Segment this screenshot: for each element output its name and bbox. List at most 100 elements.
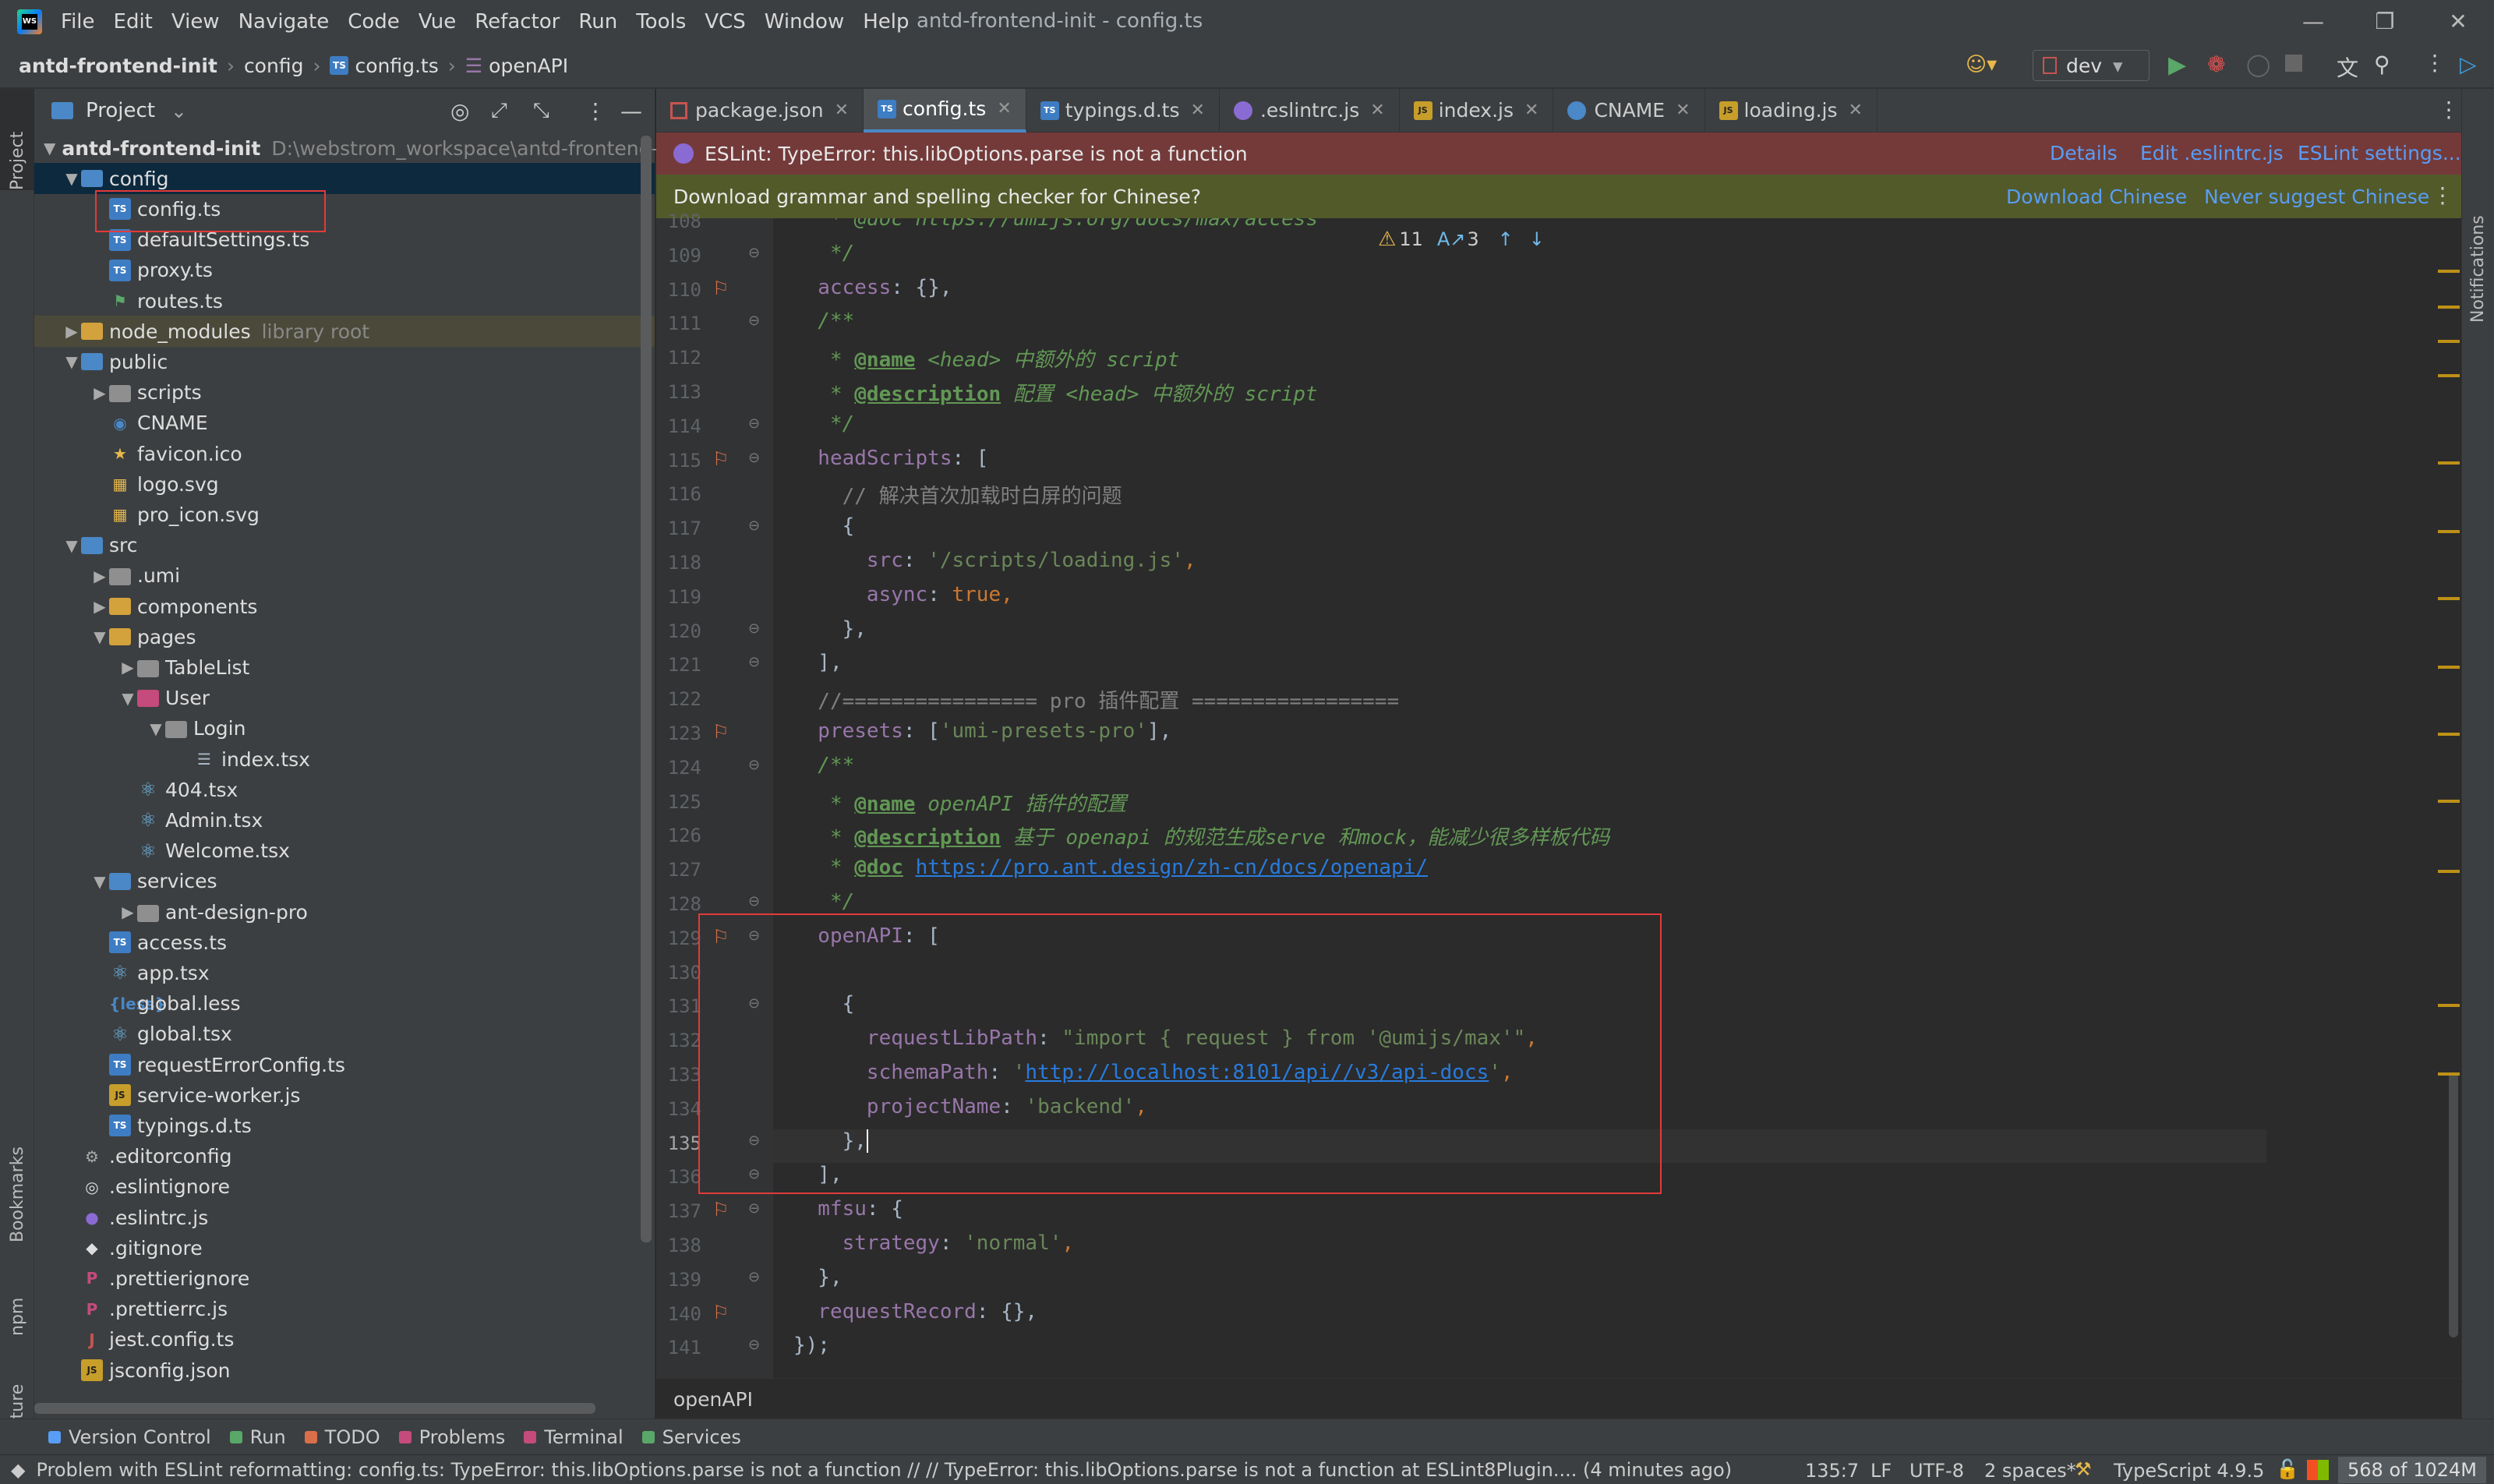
tree-item[interactable]: {less} global.less	[34, 988, 655, 1019]
tree-item[interactable]: JS service-worker.js	[34, 1079, 655, 1111]
navigate-icon[interactable]: ⚐	[712, 1302, 729, 1323]
toolwindow-services[interactable]: Services	[641, 1426, 741, 1448]
tree-item[interactable]: ▶ node_modules library root	[34, 316, 655, 348]
fold-icon[interactable]: ⊖	[748, 1337, 760, 1353]
debug-icon[interactable]: ❁	[2207, 51, 2225, 77]
tab-typings-d-ts[interactable]: TS typings.d.ts ✕	[1026, 88, 1220, 132]
inspection-widget[interactable]: ⚠ 11 A↗ 3 ↑ ↓	[1378, 228, 1612, 251]
translate-icon[interactable]: 文	[2337, 51, 2358, 83]
tab--eslintrc-js[interactable]: .eslintrc.js ✕	[1220, 88, 1400, 132]
tree-item[interactable]: ▦ logo.svg	[34, 468, 655, 500]
indent-setting[interactable]: 2 spaces*	[1984, 1460, 2076, 1482]
tab-package-json[interactable]: package.json ✕	[656, 88, 864, 132]
menu-view[interactable]: View	[171, 10, 220, 34]
npm-tool-label[interactable]: npm	[8, 1298, 27, 1336]
navigate-icon[interactable]: ⚐	[712, 721, 729, 743]
options-icon[interactable]: ⋮	[585, 98, 606, 124]
tree-item[interactable]: ▼ Login	[34, 713, 655, 744]
project-panel-title[interactable]: Project	[86, 99, 155, 122]
more-icon[interactable]: ⋮	[2424, 50, 2446, 76]
fold-icon[interactable]: ⊖	[748, 245, 760, 261]
vertical-scrollbar[interactable]	[641, 136, 652, 1242]
expand-all-icon[interactable]: ⤢	[491, 99, 507, 123]
fold-icon[interactable]: ⊖	[748, 1269, 760, 1285]
user-icon[interactable]: ☺▾	[1966, 53, 1997, 76]
never-suggest-chinese-link[interactable]: Never suggest Chinese	[2204, 186, 2429, 208]
menu-refactor[interactable]: Refactor	[475, 10, 560, 34]
warning-marker[interactable]	[2438, 1072, 2460, 1076]
horizontal-scrollbar[interactable]	[34, 1403, 595, 1414]
tree-item[interactable]: ▼ src	[34, 530, 655, 561]
warning-marker[interactable]	[2438, 340, 2460, 343]
tab-config-ts[interactable]: TS config.ts ✕	[864, 88, 1026, 132]
tabs-menu-icon[interactable]: ⋮	[2438, 97, 2460, 122]
menu-navigate[interactable]: Navigate	[238, 10, 330, 34]
tree-item[interactable]: ⚛ Admin.tsx	[34, 804, 655, 836]
code-editor[interactable]: * @doc https://umijs.org/docs/max/access…	[773, 218, 2266, 1378]
tree-item[interactable]: ★ favicon.ico	[34, 438, 655, 469]
tree-item[interactable]: ⚛ global.tsx	[34, 1019, 655, 1050]
navigate-icon[interactable]: ⚐	[712, 448, 729, 470]
close-icon[interactable]: ✕	[2435, 5, 2482, 39]
hide-panel-icon[interactable]: —	[620, 98, 642, 124]
chevron-down-icon[interactable]: ⌄	[171, 100, 187, 122]
download-chinese-link[interactable]: Download Chinese	[2006, 186, 2187, 208]
chevron-down-icon[interactable]: ▼	[62, 536, 81, 555]
tree-item[interactable]: ⚑ routes.ts	[34, 285, 655, 316]
chevron-down-icon[interactable]: ▼	[62, 169, 81, 188]
run-icon[interactable]: ▶	[2168, 51, 2186, 79]
chevron-down-icon[interactable]: ▼	[147, 719, 165, 738]
tree-item[interactable]: ● .eslintrc.js	[34, 1202, 655, 1233]
tree-item[interactable]: ◎ .eslintignore	[34, 1171, 655, 1203]
fold-icon[interactable]: ⊖	[748, 757, 760, 773]
run-config-selector[interactable]: dev ▾	[2033, 50, 2150, 81]
minimize-icon[interactable]: —	[2290, 5, 2337, 39]
close-tab-icon[interactable]: ✕	[997, 99, 1011, 118]
tree-item[interactable]: ▶ scripts	[34, 377, 655, 408]
breadcrumb-project[interactable]: antd-frontend-init	[19, 55, 217, 77]
close-tab-icon[interactable]: ✕	[1676, 101, 1690, 120]
warning-marker[interactable]	[2438, 870, 2460, 873]
profile-icon[interactable]: ◯	[2246, 51, 2270, 77]
language-service[interactable]: TypeScript 4.9.5	[2114, 1460, 2264, 1482]
close-tab-icon[interactable]: ✕	[1191, 101, 1205, 120]
previous-highlight-icon[interactable]: ↑	[1498, 228, 1514, 250]
tab-index-js[interactable]: JS index.js ✕	[1400, 88, 1554, 132]
tree-item[interactable]: ⚛ app.tsx	[34, 957, 655, 988]
navigate-icon[interactable]: ⚐	[712, 1199, 729, 1221]
fold-icon[interactable]: ⊖	[748, 415, 760, 432]
chevron-right-icon[interactable]: ▶	[118, 658, 137, 677]
tree-item[interactable]: ▼ User	[34, 683, 655, 714]
menu-vcs[interactable]: VCS	[705, 10, 745, 34]
tree-item[interactable]: P .prettierignore	[34, 1263, 655, 1294]
menu-code[interactable]: Code	[348, 10, 400, 34]
tree-item[interactable]: ▼ services	[34, 866, 655, 897]
chevron-down-icon[interactable]: ▼	[44, 139, 55, 157]
close-tab-icon[interactable]: ✕	[835, 101, 849, 120]
next-highlight-icon[interactable]: ↓	[1529, 228, 1545, 250]
menu-file[interactable]: File	[61, 10, 95, 34]
close-tab-icon[interactable]: ✕	[1370, 101, 1384, 120]
chevron-down-icon[interactable]: ▼	[118, 689, 137, 708]
collapse-all-icon[interactable]: ⤡	[533, 99, 549, 123]
warning-marker[interactable]	[2438, 666, 2460, 669]
tree-item[interactable]: ☰ index.tsx	[34, 744, 655, 775]
code-with-me-icon[interactable]: ▷	[2460, 51, 2477, 77]
chevron-right-icon[interactable]: ▶	[90, 597, 109, 616]
eslint-settings-link[interactable]: ESLint settings...	[2298, 142, 2461, 164]
details-link[interactable]: Details	[2050, 142, 2118, 164]
toolwindow-todo[interactable]: TODO	[304, 1426, 380, 1448]
menu-tools[interactable]: Tools	[636, 10, 686, 34]
tree-root[interactable]: ▼ antd-frontend-init D:\webstrom_workspace…	[34, 132, 672, 164]
tree-item[interactable]: ▶ TableList	[34, 652, 655, 683]
warning-marker[interactable]	[2438, 306, 2460, 309]
fold-icon[interactable]: ⊖	[748, 654, 760, 670]
tree-item[interactable]: ⚙ .editorconfig	[34, 1141, 655, 1172]
tree-item[interactable]: JS jsconfig.json	[34, 1355, 655, 1386]
restore-icon[interactable]: ❐	[2362, 5, 2408, 39]
toolwindow-version-control[interactable]: Version Control	[48, 1426, 211, 1448]
tree-item[interactable]: ⚛ Welcome.tsx	[34, 836, 655, 867]
fold-icon[interactable]: ⊖	[748, 518, 760, 534]
chevron-right-icon[interactable]: ▶	[118, 903, 137, 921]
notifications-tool-label[interactable]: Notifications	[2468, 215, 2488, 323]
